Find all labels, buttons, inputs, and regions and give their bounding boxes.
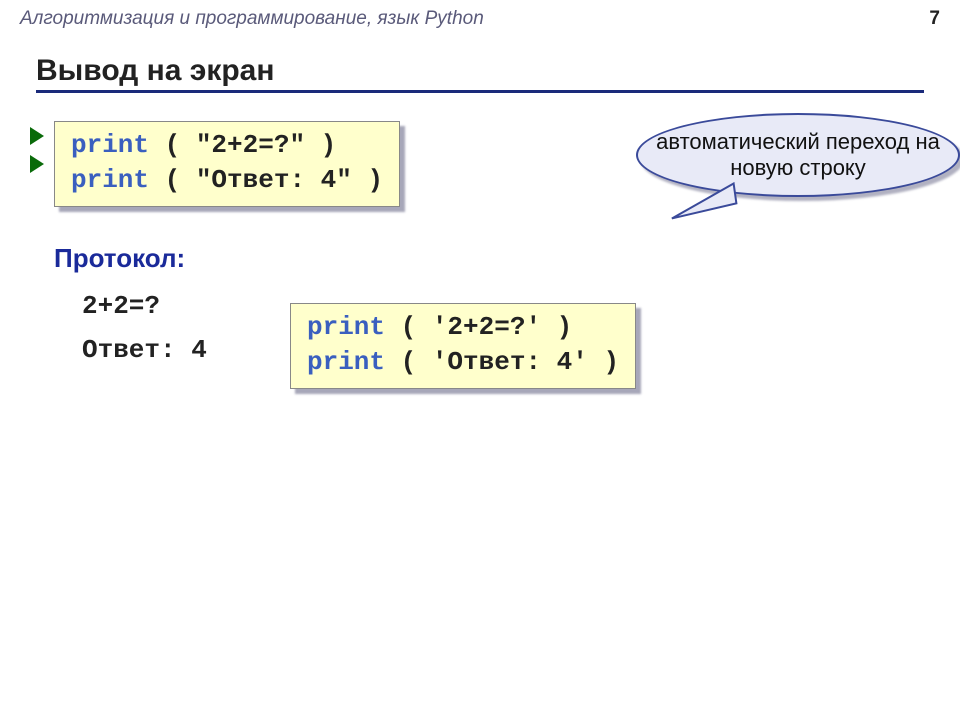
topic-text: Алгоритмизация и программирование, язык … bbox=[20, 8, 484, 30]
arrow-icon bbox=[30, 155, 44, 173]
callout-bubble: автоматический переход на новую строку bbox=[636, 113, 960, 197]
slide-title: Вывод на экран bbox=[36, 54, 924, 93]
keyword-print: print bbox=[71, 130, 149, 160]
code-text: ( '2+2=?' ) bbox=[385, 312, 572, 342]
protocol-label: Протокол: bbox=[54, 243, 924, 274]
code-text: ( 'Ответ: 4' ) bbox=[385, 347, 619, 377]
keyword-print: print bbox=[71, 165, 149, 195]
bullet-arrows bbox=[30, 121, 44, 173]
code-box-1: print ( "2+2=?" ) print ( "Ответ: 4" ) bbox=[54, 121, 400, 207]
slide-header: Алгоритмизация и программирование, язык … bbox=[0, 0, 960, 34]
keyword-print: print bbox=[307, 312, 385, 342]
arrow-icon bbox=[30, 127, 44, 145]
keyword-print: print bbox=[307, 347, 385, 377]
code-text: ( "Ответ: 4" ) bbox=[149, 165, 383, 195]
page-number: 7 bbox=[929, 8, 940, 30]
code-text: ( "2+2=?" ) bbox=[149, 130, 336, 160]
code-box-2: print ( '2+2=?' ) print ( 'Ответ: 4' ) bbox=[290, 303, 636, 389]
